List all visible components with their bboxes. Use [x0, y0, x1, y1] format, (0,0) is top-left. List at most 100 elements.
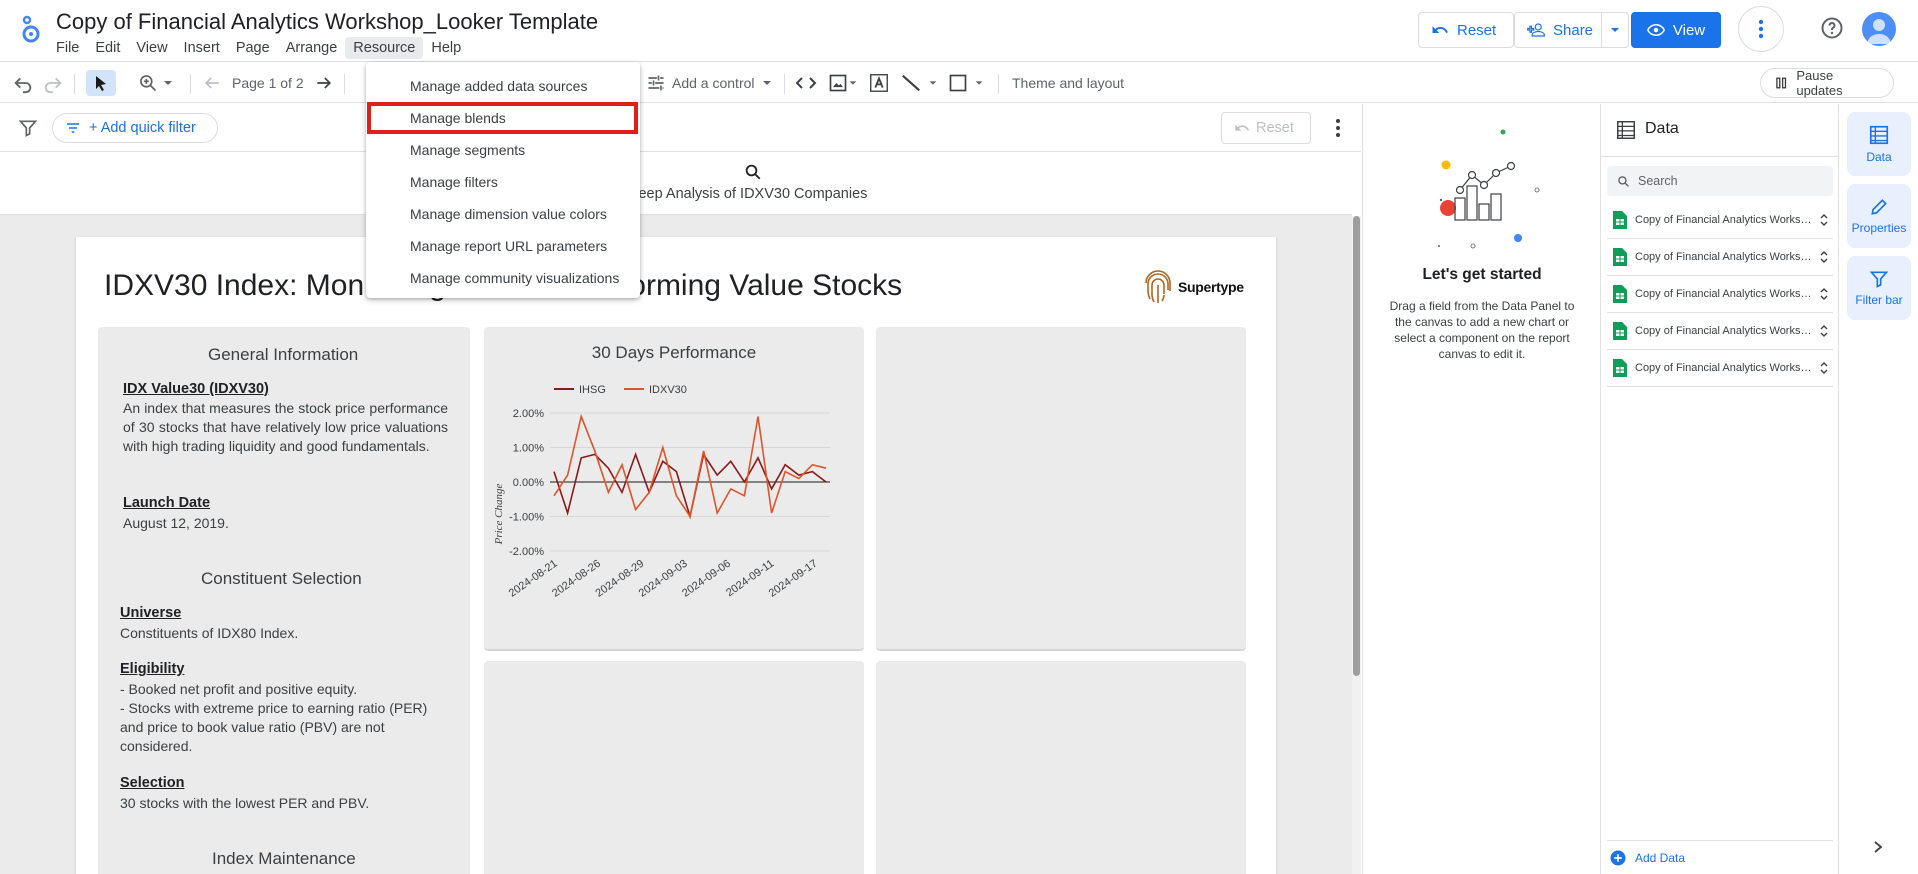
pause-updates-button[interactable]: Pause updates	[1760, 68, 1894, 98]
menu-item-manage-segments[interactable]: Manage segments	[366, 134, 640, 166]
data-source-item[interactable]: Copy of Financial Analytics Workshop_Loo…	[1607, 313, 1833, 350]
launch-date-label: Launch Date	[123, 495, 211, 511]
index-description: An index that measures the stock price p…	[123, 400, 448, 454]
select-tool[interactable]	[86, 70, 116, 96]
undo-icon[interactable]	[12, 70, 34, 96]
data-source-item[interactable]: Copy of Financial Analytics Workshop_Loo…	[1607, 202, 1833, 239]
info-card[interactable]: General Information IDX Value30 (IDXV30)…	[98, 327, 470, 874]
unfold-icon[interactable]	[1819, 287, 1829, 301]
menu-item-manage-blends[interactable]: Manage blends	[367, 102, 638, 134]
add-data-label: Add Data	[1635, 850, 1686, 865]
data-source-item[interactable]: Copy of Financial Analytics Workshop_Loo…	[1607, 239, 1833, 276]
add-control-button[interactable]: Add a control	[646, 70, 773, 96]
view-button[interactable]: View	[1631, 12, 1721, 48]
top-bar: Copy of Financial Analytics Workshop_Loo…	[0, 0, 1918, 60]
add-quick-filter-button[interactable]: + Add quick filter	[52, 113, 218, 143]
chart-legend: IHSG IDXV30	[554, 384, 687, 396]
report-canvas[interactable]: Deep Analysis of IDXV30 Companies IDXV30…	[0, 153, 1352, 874]
menu-page[interactable]: Page	[228, 37, 278, 59]
filter-icon[interactable]	[18, 118, 38, 138]
menu-arrange[interactable]: Arrange	[278, 37, 346, 59]
rail-tab-filter-bar-label: Filter bar	[1855, 293, 1903, 307]
pause-icon	[1776, 77, 1787, 89]
menu-item-manage-added-data-sources[interactable]: Manage added data sources	[366, 70, 640, 102]
help-icon[interactable]	[1820, 16, 1844, 40]
data-source-label: Copy of Financial Analytics Workshop_Loo…	[1635, 362, 1813, 374]
google-sheets-icon	[1613, 359, 1627, 377]
menu-item-manage-dimension-value-colors[interactable]: Manage dimension value colors	[366, 198, 640, 230]
insert-shape-button[interactable]	[948, 70, 984, 96]
chart-x-tick-label: 2024-09-17	[767, 558, 820, 600]
chart-x-tick-label: 2024-09-06	[680, 558, 733, 600]
menu-item-manage-report-url-parameters[interactable]: Manage report URL parameters	[366, 230, 640, 262]
report-title[interactable]: Copy of Financial Analytics Workshop_Loo…	[56, 9, 598, 35]
table-icon	[1617, 121, 1635, 139]
report-page: IDXV30 Index: Monitoring the Best-Perfor…	[76, 237, 1276, 874]
empty-chart-card[interactable]	[876, 327, 1246, 651]
zoom-control[interactable]	[138, 70, 174, 96]
unfold-icon[interactable]	[1819, 213, 1829, 227]
menu-view[interactable]: View	[128, 37, 175, 59]
looker-studio-logo-icon[interactable]	[18, 14, 44, 44]
code-embed-icon[interactable]	[794, 70, 818, 96]
insert-image-button[interactable]	[828, 70, 858, 96]
menu-resource[interactable]: Resource	[345, 37, 424, 59]
unfold-icon[interactable]	[1819, 250, 1829, 264]
add-quick-filter-label: + Add quick filter	[89, 120, 196, 136]
account-avatar[interactable]	[1862, 12, 1896, 46]
data-search-input[interactable]: Search	[1607, 166, 1833, 196]
canvas-scrollbar-thumb[interactable]	[1353, 216, 1360, 676]
more-vert-icon[interactable]	[1326, 116, 1350, 140]
line-chart[interactable]: IHSG IDXV30 2.00% 1.00% 0.00% -1.00% -2.00% 2…	[484, 327, 864, 651]
menu-item-manage-community-visualizations[interactable]: Manage community visualizations	[366, 262, 640, 294]
menu-item-manage-filters[interactable]: Manage filters	[366, 166, 640, 198]
caret-down-icon	[975, 81, 983, 85]
text-box-icon[interactable]	[868, 70, 890, 96]
chart-illustration-icon	[1438, 129, 1540, 249]
google-sheets-icon	[1613, 285, 1627, 303]
view-button-label: View	[1672, 21, 1706, 39]
rail-tab-filter-bar[interactable]: Filter bar	[1847, 256, 1911, 320]
constituent-heading: Constituent Selection	[201, 569, 362, 588]
data-source-item[interactable]: Copy of Financial Analytics Workshop_Loo…	[1607, 276, 1833, 313]
chart-y-tick-label: -2.00%	[509, 546, 544, 558]
reset-button[interactable]: Reset	[1418, 12, 1514, 48]
side-rail: Data Properties Filter bar	[1838, 104, 1918, 874]
next-page-icon[interactable]	[314, 70, 334, 96]
cursor-arrow-icon	[96, 76, 106, 91]
rail-tab-properties[interactable]: Properties	[1847, 184, 1911, 248]
search-icon[interactable]	[744, 163, 762, 181]
menu-edit[interactable]: Edit	[87, 37, 128, 59]
line-chart-card[interactable]: 30 Days Performance IHSG IDXV30 2.00% 1.00…	[484, 327, 864, 651]
previous-page-icon[interactable]	[202, 70, 222, 96]
zoom-in-icon	[140, 75, 157, 92]
unfold-icon[interactable]	[1819, 361, 1829, 375]
legend-label: IHSG	[579, 384, 606, 396]
rail-tab-data[interactable]: Data	[1847, 112, 1911, 176]
canvas-scrollbar[interactable]	[1352, 216, 1361, 874]
chevron-right-icon[interactable]	[1871, 840, 1885, 854]
page-indicator[interactable]: Page 1 of 2	[232, 70, 304, 96]
universe-value: Constituents of IDX80 Index.	[120, 625, 299, 641]
theme-and-layout-button[interactable]: Theme and layout	[1012, 70, 1124, 96]
legend-label: IDXV30	[649, 384, 687, 396]
table-icon	[1869, 125, 1889, 145]
menu-file[interactable]: File	[48, 37, 87, 59]
menu-insert[interactable]: Insert	[176, 37, 228, 59]
add-data-button[interactable]: Add Data	[1607, 840, 1833, 874]
data-source-label: Copy of Financial Analytics Workshop_Loo…	[1635, 214, 1813, 226]
canvas-reset-button[interactable]: Reset	[1221, 112, 1311, 144]
more-options-button[interactable]	[1738, 6, 1784, 52]
undo-arrow-icon	[1235, 124, 1249, 131]
share-options-button[interactable]	[1601, 12, 1629, 48]
empty-chart-card[interactable]	[876, 661, 1246, 874]
insert-line-button[interactable]	[900, 70, 938, 96]
rectangle-shape-icon	[949, 74, 967, 92]
empty-chart-card[interactable]	[484, 661, 864, 874]
redo-icon[interactable]	[42, 70, 64, 96]
menu-help[interactable]: Help	[423, 37, 469, 59]
brand-logo[interactable]: Supertype	[1142, 269, 1244, 305]
editor-toolbar: Page 1 of 2 Add a control Theme and layo…	[0, 61, 1918, 103]
unfold-icon[interactable]	[1819, 324, 1829, 338]
data-source-item[interactable]: Copy of Financial Analytics Workshop_Loo…	[1607, 350, 1833, 387]
